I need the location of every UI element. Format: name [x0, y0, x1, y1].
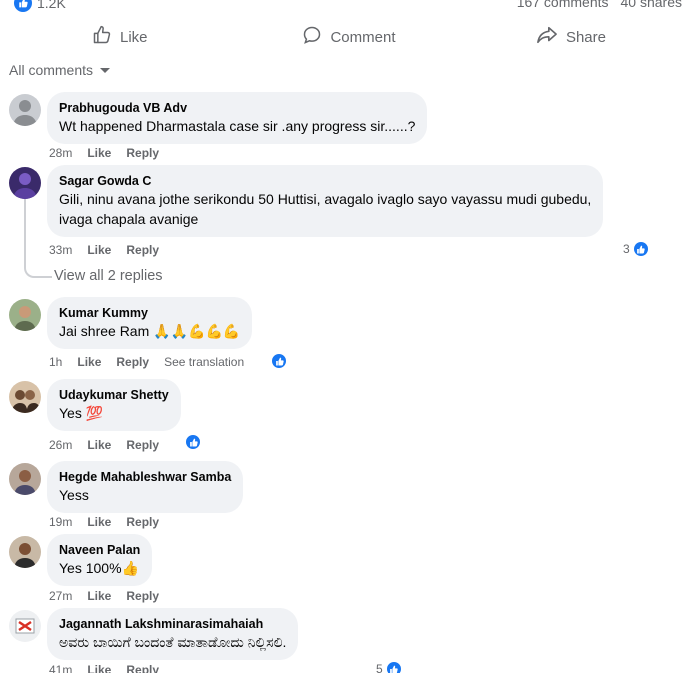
comment-button[interactable]: Comment: [263, 22, 434, 52]
post-stats-bar: 1.2K 167 comments 40 shares: [0, 0, 682, 14]
comment-like-link[interactable]: Like: [87, 515, 111, 529]
like-reaction-icon: [184, 433, 202, 451]
comment-text: Wt happened Dharmastala case sir .any pr…: [59, 118, 416, 134]
comment-time[interactable]: 27m: [49, 589, 72, 603]
like-reaction-icon: [14, 0, 32, 12]
view-replies-link[interactable]: View all 2 replies: [54, 268, 163, 284]
speech-bubble-icon: [302, 25, 322, 49]
comment-author[interactable]: Udaykumar Shetty: [59, 387, 169, 403]
comment-like-link[interactable]: Like: [87, 243, 111, 257]
comment-filter-label: All comments: [9, 62, 94, 78]
reaction-count: 1.2K: [37, 0, 66, 11]
avatar-photo[interactable]: [9, 299, 41, 331]
comment-actions: 27m Like Reply: [49, 589, 159, 603]
like-button-label: Like: [120, 28, 148, 46]
comment-author[interactable]: Naveen Palan: [59, 542, 140, 558]
like-button[interactable]: Like: [0, 22, 263, 52]
comment-reaction-count[interactable]: 3: [623, 240, 650, 258]
avatar-photo[interactable]: [9, 167, 41, 199]
comment-time[interactable]: 19m: [49, 515, 72, 529]
comment-time[interactable]: 28m: [49, 146, 72, 160]
reaction-count-number: 3: [623, 242, 630, 256]
avatar-photo[interactable]: [9, 610, 41, 642]
comment-bubble: Prabhugouda VB Adv Wt happened Dharmasta…: [47, 92, 428, 144]
comment-author[interactable]: Hegde Mahableshwar Samba: [59, 469, 231, 485]
comment-like-link[interactable]: Like: [87, 663, 111, 673]
comment-bubble: Kumar Kummy Jai shree Ram 🙏🙏💪💪💪: [47, 297, 253, 349]
avatar-photo[interactable]: [9, 381, 41, 413]
comment-text-line: Gili, ninu avana jothe serikondu 50 Hutt…: [59, 191, 592, 207]
comment-author[interactable]: Prabhugouda VB Adv: [59, 100, 415, 116]
comment-text-line: ivaga chapala avanige: [59, 211, 199, 227]
comment-reply-link[interactable]: Reply: [126, 663, 159, 673]
comment-bubble: Hegde Mahableshwar Samba Yess: [47, 461, 244, 513]
comments-count[interactable]: 167 comments: [517, 0, 609, 10]
comment-reaction-count[interactable]: [184, 433, 202, 451]
comment-bubble: Jagannath Lakshminarasimahaiah ಅವರು ಬಾಯಿ…: [47, 608, 299, 660]
comment-time[interactable]: 1h: [49, 355, 62, 369]
comment-bubble: Sagar Gowda C Gili, ninu avana jothe ser…: [47, 165, 604, 237]
comment-time[interactable]: 33m: [49, 243, 72, 257]
comment-text: Yes 100%👍: [59, 560, 139, 576]
comment-author[interactable]: Sagar Gowda C: [59, 173, 591, 189]
comment-reply-link[interactable]: Reply: [116, 355, 149, 369]
comment-like-link[interactable]: Like: [77, 355, 101, 369]
comment-time[interactable]: 26m: [49, 438, 72, 452]
comment-reply-link[interactable]: Reply: [126, 146, 159, 160]
comment-like-link[interactable]: Like: [87, 438, 111, 452]
comment-button-label: Comment: [330, 28, 396, 46]
comment-reply-link[interactable]: Reply: [126, 515, 159, 529]
comment-author[interactable]: Jagannath Lakshminarasimahaiah: [59, 616, 286, 632]
comment-actions: 28m Like Reply: [49, 146, 159, 160]
comment-bubble: Naveen Palan Yes 100%👍: [47, 534, 153, 586]
like-reaction-icon: [384, 660, 403, 673]
reaction-summary[interactable]: 1.2K: [14, 0, 66, 12]
comment-reaction-count[interactable]: 5: [376, 660, 403, 673]
comment-actions: 26m Like Reply: [49, 438, 159, 452]
post-action-bar: Like Comment Share: [0, 22, 682, 52]
comment-text: Yes 💯: [59, 405, 104, 421]
comment-bubble: Udaykumar Shetty Yes 💯: [47, 379, 181, 431]
comment-actions: 19m Like Reply: [49, 515, 159, 529]
reaction-count-number: 5: [376, 662, 383, 673]
comment-text: ಅವರು ಬಾಯಿಗೆ ಬಂದಂತೆ ಮಾತಾಡೋದು ನಿಲ್ಲಿಸಲಿ.: [59, 634, 287, 650]
shares-count[interactable]: 40 shares: [621, 0, 682, 10]
comment-text: Jai shree Ram 🙏🙏💪💪💪: [59, 323, 241, 339]
comment-reply-link[interactable]: Reply: [126, 438, 159, 452]
like-reaction-icon: [270, 352, 288, 370]
comment-text: Yess: [59, 487, 89, 503]
thumbs-up-icon: [92, 25, 112, 49]
comment-actions: 1h Like Reply See translation: [49, 355, 244, 369]
comment-reaction-count[interactable]: [270, 352, 288, 370]
avatar-photo[interactable]: [9, 536, 41, 568]
comment-filter-dropdown[interactable]: All comments: [9, 62, 111, 78]
comment-reply-link[interactable]: Reply: [126, 589, 159, 603]
share-arrow-icon: [536, 25, 558, 49]
caret-down-icon: [99, 62, 111, 78]
comment-actions: 41m Like Reply: [49, 663, 159, 673]
share-button-label: Share: [565, 28, 606, 46]
comment-time[interactable]: 41m: [49, 663, 72, 673]
comment-actions: 33m Like Reply: [49, 243, 159, 257]
avatar-default[interactable]: [9, 94, 41, 126]
comment-reply-link[interactable]: Reply: [126, 243, 159, 257]
see-translation-link[interactable]: See translation: [164, 355, 244, 369]
like-reaction-icon: [631, 240, 650, 258]
comment-like-link[interactable]: Like: [87, 146, 111, 160]
comment-like-link[interactable]: Like: [87, 589, 111, 603]
share-button[interactable]: Share: [435, 22, 682, 52]
avatar-photo[interactable]: [9, 463, 41, 495]
comment-author[interactable]: Kumar Kummy: [59, 305, 240, 321]
